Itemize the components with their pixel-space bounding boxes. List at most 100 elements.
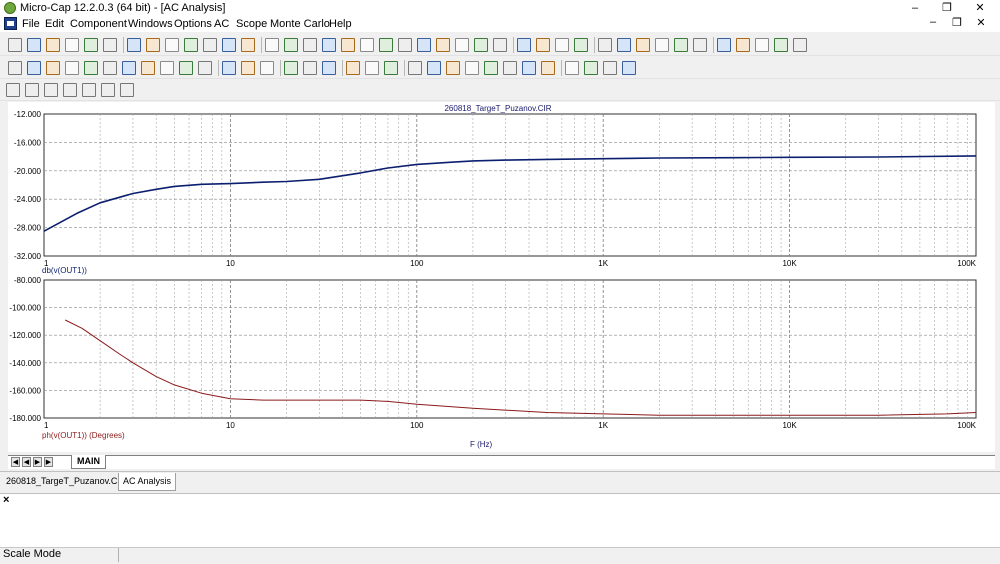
model-icon[interactable]	[717, 38, 731, 52]
plot-area[interactable]: 260818_TargeT_Puzanov.CIR -12.000 -16.000…	[8, 102, 995, 452]
warning-icon[interactable]	[674, 38, 688, 52]
battery-icon[interactable]	[360, 38, 374, 52]
slope-icon[interactable]	[541, 61, 555, 75]
component-mode-icon[interactable]	[517, 38, 531, 52]
align-right-icon[interactable]	[44, 83, 58, 97]
redo-icon[interactable]	[146, 38, 160, 52]
ground-icon[interactable]	[265, 38, 279, 52]
cut-icon[interactable]	[165, 38, 179, 52]
npn-icon[interactable]	[379, 38, 393, 52]
open-icon[interactable]	[27, 38, 41, 52]
graphics-icon[interactable]	[160, 61, 174, 75]
menu-options[interactable]: Options	[174, 18, 212, 30]
tile-windows-icon[interactable]	[598, 38, 612, 52]
find-icon[interactable]	[636, 38, 650, 52]
delete-icon[interactable]	[222, 38, 236, 52]
save-icon[interactable]	[46, 38, 60, 52]
jumper-icon[interactable]	[455, 38, 469, 52]
close-output-icon[interactable]: ×	[3, 494, 9, 506]
document-tab-ac-analysis[interactable]: AC Analysis	[118, 473, 177, 491]
undo-icon[interactable]	[127, 38, 141, 52]
print-icon[interactable]	[103, 38, 117, 52]
select-all-icon[interactable]	[241, 38, 255, 52]
wire-mode-icon[interactable]	[555, 38, 569, 52]
document-tab-circuit[interactable]: 260818_TargeT_Puzanov.CIR	[2, 473, 131, 490]
text-mode-icon[interactable]	[536, 38, 550, 52]
menu-scope[interactable]: Scope	[236, 18, 267, 30]
next-page-button[interactable]: ▶	[33, 457, 42, 467]
menu-ac[interactable]: AC	[214, 18, 229, 30]
menu-edit[interactable]: Edit	[45, 18, 64, 30]
mdi-restore-button[interactable]: ❐	[946, 16, 968, 29]
tag-icon[interactable]	[565, 61, 579, 75]
opamp-icon[interactable]	[417, 38, 431, 52]
clock-icon[interactable]	[493, 38, 507, 52]
menu-help[interactable]: Help	[329, 18, 352, 30]
plot-settings-icon[interactable]	[793, 38, 807, 52]
font-icon[interactable]	[622, 61, 636, 75]
capacitor-icon[interactable]	[303, 38, 317, 52]
inductor-icon[interactable]	[322, 38, 336, 52]
menu-component[interactable]: Component	[70, 18, 127, 30]
run-icon[interactable]	[222, 61, 236, 75]
fill-icon[interactable]	[65, 61, 79, 75]
align-middle-icon[interactable]	[82, 83, 96, 97]
region-icon[interactable]	[103, 61, 117, 75]
close-button[interactable]: ✕	[965, 0, 995, 16]
picture-icon[interactable]	[84, 61, 98, 75]
prev-page-button[interactable]: ◀	[22, 457, 31, 467]
setup-icon[interactable]	[693, 38, 707, 52]
probe-icon[interactable]	[755, 38, 769, 52]
source-icon[interactable]	[436, 38, 450, 52]
output-pane[interactable]	[0, 493, 1000, 547]
panel-top[interactable]: -12.000 -16.000 -20.000 -24.000 -28.000 -32.0…	[14, 110, 977, 268]
zoom-out-icon[interactable]	[384, 61, 398, 75]
mdi-close-button[interactable]: ✕	[970, 16, 992, 29]
copy-icon[interactable]	[184, 38, 198, 52]
grid-icon[interactable]	[574, 38, 588, 52]
align-center-icon[interactable]	[25, 83, 39, 97]
zoom-in-icon[interactable]	[365, 61, 379, 75]
first-page-button[interactable]: ◀	[11, 457, 20, 467]
restore-button[interactable]: ❐	[932, 0, 962, 16]
text-tool-icon[interactable]	[179, 61, 193, 75]
distribute-icon[interactable]	[120, 83, 134, 97]
panel-bottom[interactable]: -80.000 -100.000 -120.000 -140.000 -160.000 -…	[9, 276, 976, 430]
tab-main[interactable]: MAIN	[71, 455, 106, 469]
stepping-icon[interactable]	[736, 38, 750, 52]
add-curve-icon[interactable]	[122, 61, 136, 75]
low-icon[interactable]	[465, 61, 479, 75]
color-icon[interactable]	[603, 61, 617, 75]
paste-icon[interactable]	[203, 38, 217, 52]
high-icon[interactable]	[446, 61, 460, 75]
go-to-y-icon[interactable]	[522, 61, 536, 75]
inflection-icon[interactable]	[484, 61, 498, 75]
align-top-icon[interactable]	[63, 83, 77, 97]
zoom-window-icon[interactable]	[346, 61, 360, 75]
plot-canvas[interactable]: 260818_TargeT_Puzanov.CIR -12.000 -16.000…	[8, 102, 995, 452]
wire-icon[interactable]	[141, 61, 155, 75]
lock-icon[interactable]	[584, 61, 598, 75]
menu-monte-carlo[interactable]: Monte Carlo	[270, 18, 330, 30]
node-icon[interactable]	[474, 38, 488, 52]
pan-icon[interactable]	[27, 61, 41, 75]
align-bottom-icon[interactable]	[101, 83, 115, 97]
cascade-icon[interactable]	[617, 38, 631, 52]
scale-icon[interactable]	[46, 61, 60, 75]
valley-icon[interactable]	[427, 61, 441, 75]
new-icon[interactable]	[8, 38, 22, 52]
align-left-icon[interactable]	[6, 83, 20, 97]
pause-icon[interactable]	[260, 61, 274, 75]
mdi-minimize-button[interactable]: –	[922, 16, 944, 28]
add-text-icon[interactable]	[322, 61, 336, 75]
print-preview-icon[interactable]	[84, 38, 98, 52]
menu-windows[interactable]: Windows	[128, 18, 173, 30]
nmos-icon[interactable]	[398, 38, 412, 52]
stop-icon[interactable]	[241, 61, 255, 75]
info-tool-icon[interactable]	[198, 61, 212, 75]
select-arrow-icon[interactable]	[8, 61, 22, 75]
menu-file[interactable]: File	[22, 18, 40, 30]
minimize-button[interactable]: –	[900, 0, 930, 16]
auto-scale-icon[interactable]	[284, 61, 298, 75]
last-page-button[interactable]: ▶	[44, 457, 53, 467]
